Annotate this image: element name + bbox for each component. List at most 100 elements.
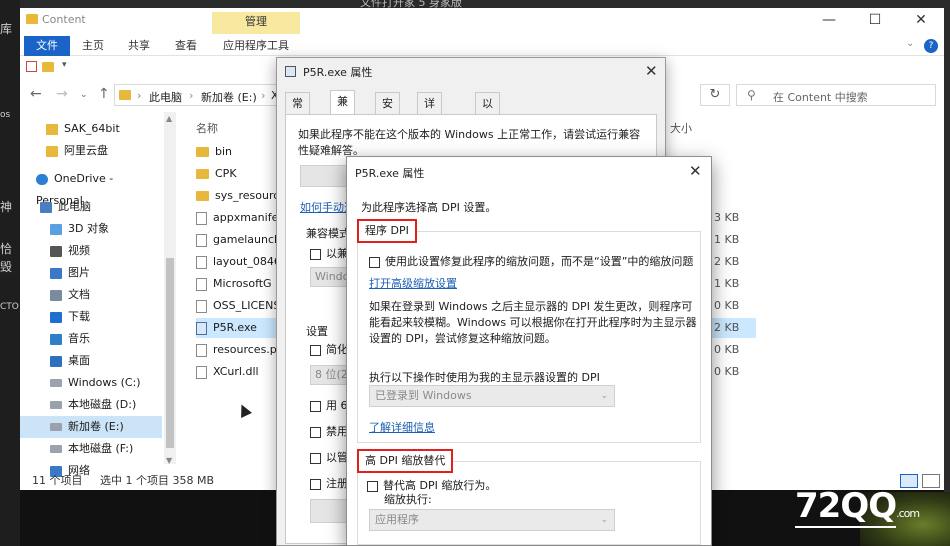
large-icons-view-icon[interactable] [922, 474, 940, 488]
file-row[interactable]: OSS_LICENS [196, 296, 286, 316]
backdrop-glyph: 毁 [0, 260, 13, 274]
nav-item-label: 新加卷 (E:) [68, 420, 124, 433]
tab-security[interactable]: 安全 [375, 92, 400, 132]
breadcrumb-separator: › [137, 89, 142, 102]
column-header-name[interactable]: 名称 [196, 120, 218, 136]
scroll-down-icon[interactable]: ▼ [166, 456, 172, 465]
dpi-explanation-text: 如果在登录到 Windows 之后主显示器的 DPI 发生更改，则程序可能看起来… [369, 300, 697, 345]
close-icon[interactable]: ✕ [689, 162, 702, 180]
nav-item[interactable]: 本地磁盘 (F:) [20, 438, 162, 460]
reduced-color-checkbox[interactable]: 简化 [310, 341, 348, 357]
ribbon-tab-share[interactable]: 共享 [118, 36, 160, 56]
file-name: resources.p [213, 343, 277, 356]
properties-icon[interactable] [26, 61, 37, 72]
nav-item[interactable]: 下载 [20, 306, 162, 328]
file-name: XCurl.dll [213, 365, 259, 378]
help-icon[interactable]: ? [924, 39, 938, 53]
dialog-title: P5R.exe 属性 [303, 66, 373, 79]
file-icon [196, 255, 207, 269]
close-icon[interactable]: ✕ [645, 62, 658, 80]
file-size: 3 KB [714, 211, 740, 224]
nav-item-label: 图片 [68, 266, 90, 279]
details-view-icon[interactable] [900, 474, 918, 488]
file-row[interactable]: appxmanife [196, 208, 286, 228]
minimize-button[interactable]: — [806, 8, 852, 32]
ribbon-tab-home[interactable]: 主页 [72, 36, 114, 56]
nav-item[interactable]: 阿里云盘 [20, 140, 162, 162]
nav-item[interactable]: 3D 对象 [20, 218, 162, 240]
learn-more-link[interactable]: 了解详细信息 [369, 419, 435, 435]
search-placeholder: 在 Content 中搜索 [773, 91, 868, 104]
forward-arrow-icon[interactable]: → [56, 86, 68, 102]
column-header-size[interactable]: 大小 [670, 120, 692, 136]
video-icon [50, 245, 62, 257]
nav-scrollbar-thumb[interactable] [166, 258, 174, 448]
settings-label: 设置 [306, 325, 328, 338]
refresh-button[interactable]: ↻ [700, 84, 730, 106]
register-restart-checkbox[interactable]: 注册 [310, 475, 348, 491]
status-item-count: 11 个项目 [32, 474, 83, 487]
run-as-admin-checkbox[interactable]: 以管 [310, 449, 348, 465]
fix-scaling-checkbox[interactable]: 使用此设置修复此程序的缩放问题，而不是“设置”中的缩放问题 [369, 253, 699, 269]
back-arrow-icon[interactable]: ← [30, 86, 42, 102]
file-row[interactable]: XCurl.dll [196, 362, 286, 382]
chevron-down-icon[interactable]: ⌄ [906, 38, 914, 49]
up-arrow-icon[interactable]: ↑ [98, 86, 110, 102]
file-icon [196, 343, 207, 357]
scaling-performer-select[interactable]: 应用程序 ⌄ [369, 509, 615, 531]
nav-item[interactable]: 桌面 [20, 350, 162, 372]
search-input[interactable]: ⚲ 在 Content 中搜索 [736, 84, 936, 106]
file-name: gamelaunch [213, 233, 281, 246]
nav-item[interactable]: 音乐 [20, 328, 162, 350]
file-icon [196, 299, 207, 313]
maximize-button[interactable]: ☐ [852, 8, 898, 32]
tab-details[interactable]: 详细信息 [417, 92, 442, 176]
nav-item[interactable]: 此电脑 [20, 196, 162, 218]
picture-icon [50, 267, 62, 279]
file-row[interactable]: MicrosoftG [196, 274, 286, 294]
status-selection: 选中 1 个项目 358 MB [100, 474, 215, 487]
breadcrumb-volume-e[interactable]: 新加卷 (E:) [201, 89, 257, 105]
qat-dropdown-icon[interactable]: ▾ [62, 60, 67, 70]
nav-item-label: 视频 [68, 244, 90, 257]
backdrop-glyph: 神 [0, 200, 13, 214]
cube-icon [50, 223, 62, 235]
address-input[interactable]: › 此电脑 › 新加卷 (E:) › X [114, 84, 280, 106]
tab-previous-versions[interactable]: 以前的版本 [475, 92, 500, 198]
nav-item[interactable]: 视频 [20, 240, 162, 262]
nav-item-label: 本地磁盘 (D:) [68, 398, 137, 411]
dpi-timing-select[interactable]: 已登录到 Windows ⌄ [369, 385, 615, 407]
file-row[interactable]: resources.p [196, 340, 286, 360]
backdrop-glyph: 库 [0, 22, 13, 36]
file-row[interactable]: sys_resourc [196, 186, 286, 206]
file-size: 0 KB [714, 299, 740, 312]
nav-item[interactable]: OneDrive - Personal [20, 168, 162, 207]
breadcrumb-this-pc[interactable]: 此电脑 [149, 89, 182, 105]
nav-item[interactable]: 图片 [20, 262, 162, 284]
tab-compatibility[interactable]: 兼容性 [330, 90, 355, 152]
nav-item[interactable]: Windows (C:) [20, 372, 162, 394]
new-folder-icon[interactable] [42, 62, 54, 72]
window-title: Content [42, 13, 86, 26]
file-row[interactable]: CPK [196, 164, 286, 184]
backdrop-glyph: CTO [0, 302, 19, 312]
file-row[interactable]: bin [196, 142, 286, 162]
file-row[interactable]: layout_0846 [196, 252, 286, 272]
nav-item[interactable]: SAK_64bit [20, 118, 162, 140]
recent-chevron-icon[interactable]: ⌄ [80, 90, 88, 100]
nav-item[interactable]: 本地磁盘 (D:) [20, 394, 162, 416]
file-row[interactable]: gamelaunch [196, 230, 286, 250]
compat-mode-checkbox[interactable]: 以兼 [310, 245, 348, 261]
nav-item[interactable]: 新加卷 (E:) [20, 416, 162, 438]
ribbon-tab-view[interactable]: 查看 [165, 36, 207, 56]
ribbon-context-tab-manage[interactable]: 管理 [212, 12, 300, 34]
advanced-scaling-link[interactable]: 打开高级缩放设置 [369, 275, 457, 291]
tab-general[interactable]: 常规 [285, 92, 310, 132]
ribbon-tab-file[interactable]: 文件 [24, 36, 70, 56]
ribbon-tab-app-tools[interactable]: 应用程序工具 [212, 36, 300, 56]
scroll-up-icon[interactable]: ▲ [166, 114, 172, 123]
app-icon [285, 66, 296, 77]
nav-item[interactable]: 文档 [20, 284, 162, 306]
breadcrumb-separator: › [189, 89, 194, 102]
close-button[interactable]: ✕ [898, 8, 944, 32]
